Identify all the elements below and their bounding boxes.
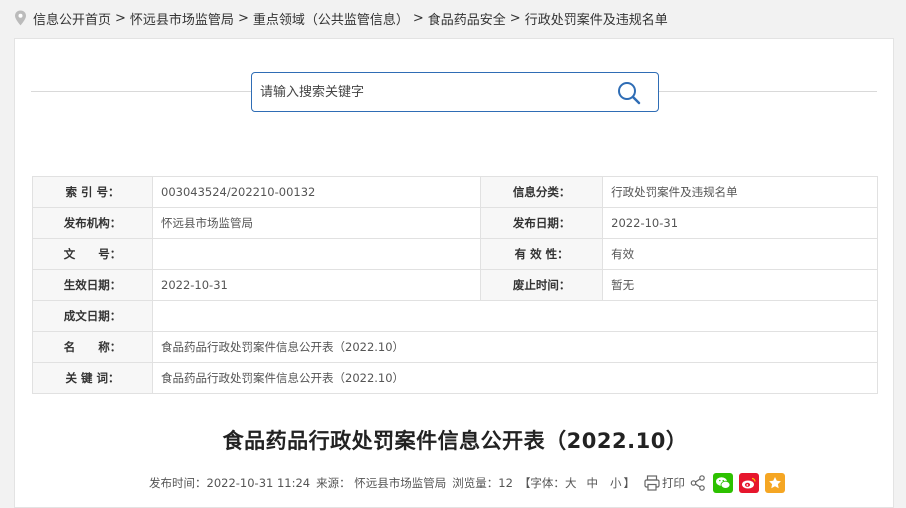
divider-left [31,91,251,92]
table-row: 成文日期： [32,300,878,332]
publish-time: 发布时间：2022-10-31 11:24 [149,476,311,490]
repeal-label: 废止时间： [480,269,604,301]
divider-right [659,91,877,92]
search-icon[interactable] [616,80,642,106]
validity-label: 有 效 性： [480,238,604,270]
category-label: 信息分类： [480,176,604,208]
article-title: 食品药品行政处罚案件信息公开表（2022.10） [222,429,688,453]
publisher-value: 怀远县市场监管局 [151,207,482,239]
index-value: 003043524/202210-00132 [151,176,482,208]
location-pin-icon [15,10,26,26]
font-large-button[interactable]: 大 [565,475,577,491]
breadcrumb-separator: > [237,10,249,26]
weibo-icon[interactable] [738,473,759,493]
written-label: 成文日期： [32,300,153,332]
table-row: 名 称： 食品药品行政处罚案件信息公开表（2022.10） [32,331,878,363]
publisher-label: 发布机构： [32,207,153,239]
name-value: 食品药品行政处罚案件信息公开表（2022.10） [152,331,878,363]
repeal-value: 暂无 [602,269,878,301]
keywords-value: 食品药品行政处罚案件信息公开表（2022.10） [152,362,878,394]
print-link[interactable]: 打印 [662,475,685,491]
view-count: 浏览量：12 [452,476,513,490]
keywords-label: 关 键 词： [32,362,153,394]
content-panel: 索 引 号： 003043524/202210-00132 信息分类： 行政处罚… [14,38,894,508]
breadcrumb-current[interactable]: 行政处罚案件及违规名单 [525,9,668,28]
breadcrumb-separator: > [412,10,424,26]
index-label: 索 引 号： [32,176,153,208]
breadcrumb-separator: > [115,10,126,26]
font-size-suffix: 】 [623,476,635,490]
breadcrumb: 信息公开首页 > 怀远县市场监管局 > 重点领域（公共监管信息） > 食品药品安… [0,0,906,36]
star-icon[interactable] [764,473,785,493]
written-value [152,300,878,332]
breadcrumb-home[interactable]: 信息公开首页 [33,9,111,28]
metadata-table: 索 引 号： 003043524/202210-00132 信息分类： 行政处罚… [32,176,878,394]
validity-value: 有效 [602,238,878,270]
breadcrumb-key-area[interactable]: 重点领域（公共监管信息） [253,9,409,28]
font-medium-button[interactable]: 中 [586,475,598,491]
category-value: 行政处罚案件及违规名单 [602,176,878,208]
docno-value [151,238,482,270]
breadcrumb-agency[interactable]: 怀远县市场监管局 [130,9,234,28]
pubdate-value: 2022-10-31 [602,207,878,239]
search-box [251,72,659,112]
source: 来源： 怀远县市场监管局 [316,476,447,490]
docno-label: 文 号： [32,238,153,270]
table-row: 关 键 词： 食品药品行政处罚案件信息公开表（2022.10） [32,362,878,394]
share-icon[interactable] [689,474,707,492]
wechat-icon[interactable] [712,473,733,493]
table-row: 发布机构： 怀远县市场监管局 发布日期： 2022-10-31 [32,207,878,239]
name-label: 名 称： [32,331,153,363]
search-input[interactable] [260,81,600,103]
table-row: 文 号： 有 效 性： 有效 [32,238,878,270]
breadcrumb-food-drug[interactable]: 食品药品安全 [428,9,506,28]
breadcrumb-separator: > [509,10,521,26]
pubdate-label: 发布日期： [480,207,604,239]
effective-value: 2022-10-31 [151,269,482,301]
effective-label: 生效日期： [32,269,153,301]
article-info-bar: 发布时间：2022-10-31 11:24 来源： 怀远县市场监管局 浏览量：1… [149,472,791,494]
print-icon[interactable] [643,474,661,492]
font-size-prefix: 【字体： [518,476,565,490]
table-row: 索 引 号： 003043524/202210-00132 信息分类： 行政处罚… [32,176,878,208]
table-row: 生效日期： 2022-10-31 废止时间： 暂无 [32,269,878,301]
font-small-button[interactable]: 小 [610,475,622,491]
